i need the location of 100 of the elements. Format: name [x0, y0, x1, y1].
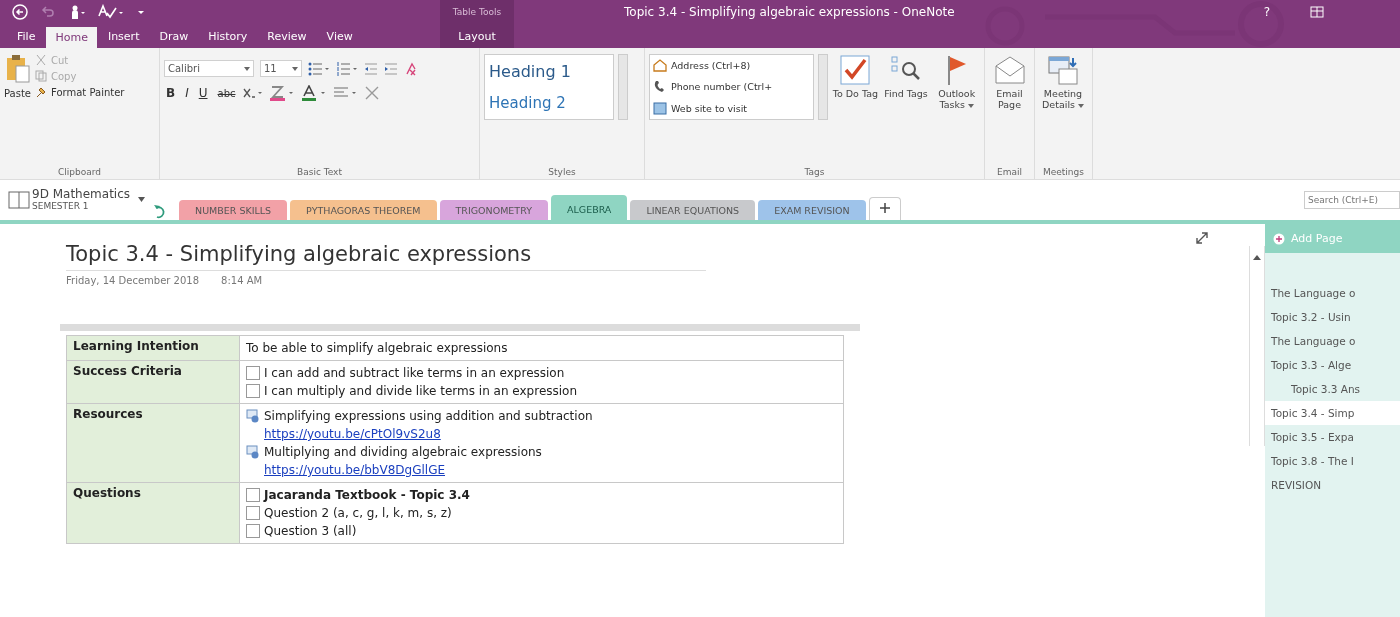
style-item[interactable]: Heading 1 [489, 61, 613, 81]
ribbon-tab[interactable]: Home [46, 27, 97, 48]
window-title: Topic 3.4 - Simplifying algebraic expressions - OneNote [624, 5, 955, 19]
tags-gallery[interactable]: Address (Ctrl+8) Phone number (Ctrl+ Web site to visit [649, 54, 815, 120]
ribbon-tab[interactable]: Insert [98, 24, 149, 48]
back-arrow-icon[interactable] [153, 204, 166, 220]
font-color-icon[interactable] [301, 85, 328, 101]
plus-icon [1273, 232, 1285, 245]
row-label: Questions [66, 482, 240, 544]
checkbox[interactable] [246, 506, 260, 520]
page-item[interactable]: Topic 3.3 Ans [1265, 377, 1400, 401]
page-item[interactable]: Topic 3.4 - Simp [1265, 401, 1400, 425]
page-item[interactable]: Topic 3.2 - Usin [1265, 305, 1400, 329]
section-tab[interactable]: LINEAR EQUATIONS [630, 200, 756, 220]
page-item[interactable]: The Language o [1265, 281, 1400, 305]
checkbox[interactable] [246, 366, 260, 380]
checkmark-icon [839, 54, 872, 86]
style-item[interactable]: Heading 2 [489, 94, 613, 113]
ribbon-tab[interactable]: History [199, 24, 257, 48]
ribbon-tab[interactable]: Layout [440, 24, 514, 48]
outdent-icon[interactable] [364, 61, 378, 76]
section-tab[interactable]: NUMBER SKILLS [179, 200, 288, 220]
caret-icon [967, 103, 974, 108]
group-label: Meetings [1042, 167, 1085, 177]
checkbox[interactable] [246, 524, 260, 538]
section-tab[interactable]: EXAM REVISION [758, 200, 866, 220]
meeting-details-button[interactable]: Meeting Details [1039, 54, 1087, 167]
highlight-icon[interactable] [269, 85, 296, 101]
table-handle-bar[interactable] [60, 324, 860, 331]
gallery-scrollbar[interactable] [818, 54, 829, 120]
page-date: Friday, 14 December 2018 [66, 275, 200, 286]
video-link[interactable]: https://youtu.be/cPtOl9vS2u8 [264, 425, 441, 443]
bullets-icon[interactable] [308, 61, 330, 76]
copy-icon [35, 70, 47, 82]
page-item[interactable]: Topic 3.3 - Alge [1265, 353, 1400, 377]
page-time: 8:14 AM [221, 275, 263, 286]
clear-formatting-icon[interactable] [404, 61, 418, 76]
indent-icon[interactable] [384, 61, 398, 76]
row-label: Resources [66, 403, 240, 483]
caret-icon [244, 66, 250, 71]
undo-icon[interactable] [40, 4, 56, 20]
tag-item[interactable]: Web site to visit [653, 101, 814, 115]
ribbon-display-icon[interactable] [1310, 6, 1324, 18]
font-size-field[interactable]: 11 [260, 60, 302, 77]
subscript-icon[interactable] [243, 86, 264, 100]
phone-icon [653, 80, 667, 94]
notebook-selector[interactable]: 9D Mathematics SEMESTER 1 [8, 188, 146, 212]
search-field[interactable]: Search (Ctrl+E) [1304, 191, 1400, 209]
format-button[interactable]: U [196, 86, 210, 100]
group-label: Styles [547, 167, 577, 177]
expand-icon[interactable] [1196, 232, 1208, 244]
ribbon-tab[interactable]: Review [258, 24, 316, 48]
task-text: I can multiply and divide like terms in an expression [264, 383, 578, 400]
delete-icon[interactable] [365, 86, 380, 100]
format-button[interactable]: B [164, 86, 178, 100]
numbering-icon[interactable] [336, 61, 358, 76]
tag-button[interactable]: Find Tags [882, 54, 930, 167]
section-tab[interactable]: PYTHAGORAS THEOREM [290, 200, 437, 220]
page-item[interactable]: Topic 3.8 - The I [1265, 449, 1400, 473]
page-item[interactable]: Topic 3.5 - Expa [1265, 425, 1400, 449]
task-text: Question 2 (a, c, g, l, k, m, s, z) [264, 505, 452, 522]
paste-button[interactable]: Paste [4, 54, 31, 167]
contextual-label: Table Tools [440, 0, 514, 24]
checkbox[interactable] [246, 384, 260, 398]
clipboard-icon [4, 54, 31, 84]
tag-button[interactable]: To Do Tag [832, 54, 879, 167]
ribbon-tab[interactable]: View [317, 24, 362, 48]
notebook-icon [8, 190, 30, 210]
ribbon-tab[interactable]: File [8, 24, 45, 48]
page-item[interactable]: The Language o [1265, 329, 1400, 353]
add-section-icon[interactable] [868, 197, 901, 220]
video-link-icon [246, 445, 260, 459]
envelope-icon [993, 54, 1026, 86]
checkbox[interactable] [246, 488, 260, 502]
help-button[interactable]: ? [1263, 5, 1270, 19]
tag-button[interactable]: Outlook Tasks [933, 54, 980, 167]
task-text: I can add and subtract like terms in an expression [264, 365, 565, 382]
video-link[interactable]: https://youtu.be/bbV8DgGllGE [264, 461, 445, 479]
clipboard-button[interactable]: Format Painter [35, 86, 125, 98]
page-item[interactable]: REVISION [1265, 473, 1400, 497]
scissors-icon [35, 54, 47, 66]
section-tab[interactable]: TRIGONOMETRY [439, 200, 548, 220]
scrollbar[interactable] [1249, 246, 1265, 446]
scroll-up-icon[interactable] [1253, 254, 1261, 260]
tag-item[interactable]: Address (Ctrl+8) [653, 59, 814, 73]
group-label: Basic Text [296, 167, 343, 177]
email-page-button[interactable]: Email Page [989, 54, 1030, 167]
tag-item[interactable]: Phone number (Ctrl+ [653, 80, 814, 94]
styles-gallery[interactable]: Heading 1 Heading 2 [484, 54, 614, 120]
caret-icon [138, 197, 146, 203]
page-title: Topic 3.4 - Simplifying algebraic expressions [66, 242, 706, 271]
ribbon-tab[interactable]: Draw [150, 24, 198, 48]
format-button[interactable]: I [183, 86, 191, 100]
gallery-scrollbar[interactable] [618, 54, 628, 120]
font-field[interactable]: Calibri [164, 60, 254, 77]
format-button[interactable]: abc [215, 87, 238, 99]
back-icon[interactable] [12, 4, 28, 20]
group-label: Tags [803, 167, 826, 177]
section-tab[interactable]: ALGEBRA [551, 195, 628, 220]
spelling-icon[interactable] [98, 4, 124, 20]
